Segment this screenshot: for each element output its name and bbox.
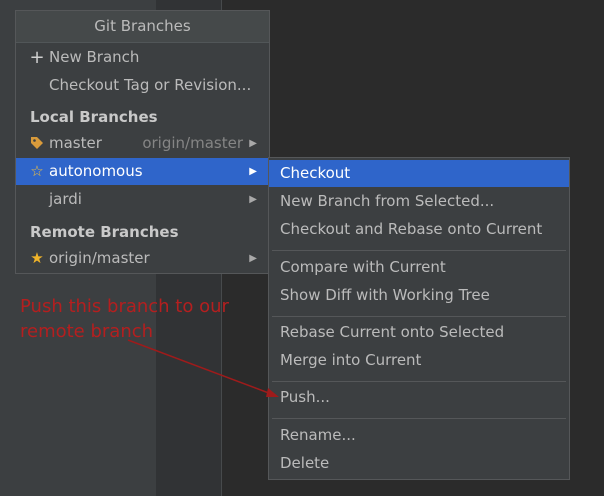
annotation-arrow: [127, 339, 279, 397]
